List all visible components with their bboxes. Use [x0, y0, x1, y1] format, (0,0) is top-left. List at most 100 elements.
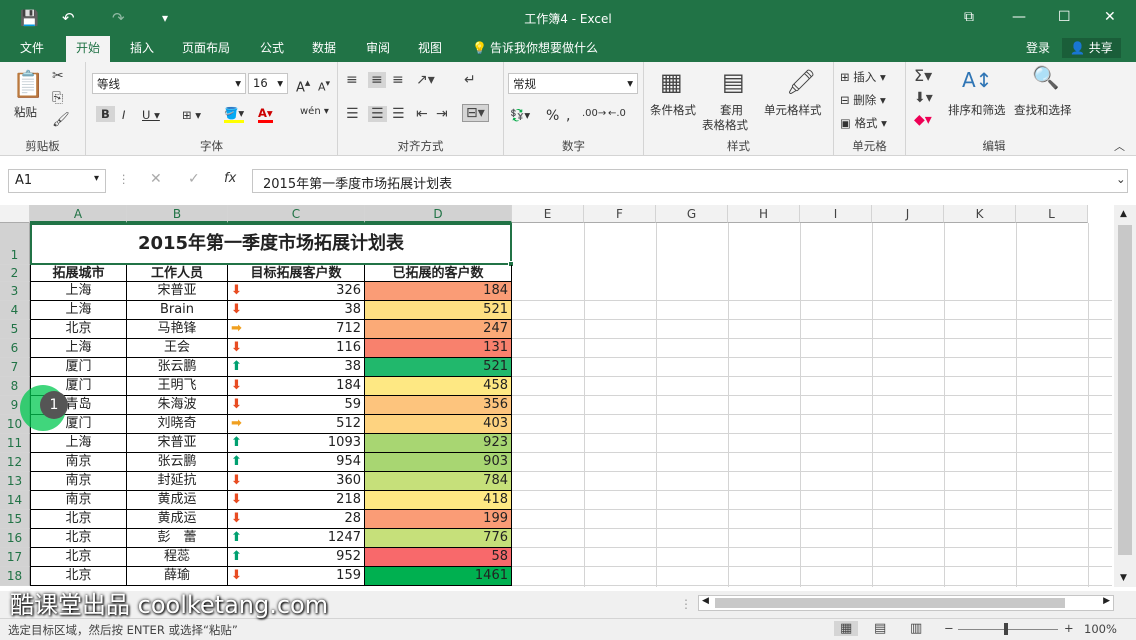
- data-cell[interactable]: 张云鹏: [127, 453, 228, 472]
- data-cell[interactable]: 张云鹏: [127, 358, 228, 377]
- grow-font-icon[interactable]: A▴: [296, 76, 310, 95]
- tab-view[interactable]: 视图: [418, 40, 442, 56]
- increase-indent-icon[interactable]: ⇥: [436, 106, 448, 122]
- cell-style-button[interactable]: 单元格样式: [764, 102, 822, 118]
- zoom-slider[interactable]: [958, 629, 1058, 630]
- shrink-font-icon[interactable]: A▾: [318, 78, 330, 94]
- data-cell[interactable]: Brain: [127, 301, 228, 320]
- column-header[interactable]: I: [800, 205, 872, 223]
- spreadsheet-grid[interactable]: A B C D E F G H I J K L 1 2 3 4 5 6 7 8 9 10 11 1…: [0, 205, 1136, 587]
- ribbon-display-options-icon[interactable]: ⧉: [964, 8, 974, 26]
- zoom-slider-thumb[interactable]: [1004, 623, 1008, 635]
- data-cell[interactable]: 上海: [30, 282, 127, 301]
- row-header[interactable]: 3: [0, 282, 30, 301]
- data-cell[interactable]: 131: [365, 339, 512, 358]
- insert-cells-button[interactable]: ⊞ 插入 ▾: [840, 69, 886, 85]
- data-cell[interactable]: 刘晓奇: [127, 415, 228, 434]
- column-header[interactable]: K: [944, 205, 1016, 223]
- data-cell[interactable]: 上海: [30, 301, 127, 320]
- data-cell[interactable]: 黄成运: [127, 491, 228, 510]
- data-cell[interactable]: 952 ⬆: [228, 548, 365, 567]
- enter-icon[interactable]: ✓: [188, 171, 200, 187]
- increase-decimal-icon[interactable]: .00→: [582, 108, 606, 119]
- share-button[interactable]: 👤 共享: [1062, 38, 1121, 58]
- data-cell[interactable]: 28 ⬇: [228, 510, 365, 529]
- row-header[interactable]: 15: [0, 510, 30, 529]
- data-cell[interactable]: 199: [365, 510, 512, 529]
- data-cell[interactable]: 北京: [30, 548, 127, 567]
- row-header[interactable]: 14: [0, 491, 30, 510]
- format-painter-icon[interactable]: 🖌: [52, 112, 70, 128]
- data-cell[interactable]: 923: [365, 434, 512, 453]
- data-cell[interactable]: 903: [365, 453, 512, 472]
- data-cell[interactable]: 宋普亚: [127, 434, 228, 453]
- wrap-text-icon[interactable]: ↵: [464, 72, 476, 88]
- page-break-view-icon[interactable]: ▥: [910, 621, 922, 636]
- data-cell[interactable]: 776: [365, 529, 512, 548]
- column-header[interactable]: L: [1016, 205, 1088, 223]
- column-header[interactable]: G: [656, 205, 728, 223]
- data-cell[interactable]: 上海: [30, 434, 127, 453]
- row-header[interactable]: 6: [0, 339, 30, 358]
- data-cell[interactable]: 北京: [30, 529, 127, 548]
- data-cell[interactable]: 59 ⬇: [228, 396, 365, 415]
- horizontal-scrollbar[interactable]: ◀ ▶: [698, 595, 1114, 611]
- decrease-indent-icon[interactable]: ⇤: [416, 106, 428, 122]
- find-select-button[interactable]: 查找和选择: [1014, 102, 1072, 118]
- expand-formula-icon[interactable]: ⌄: [1116, 172, 1126, 186]
- column-header[interactable]: E: [512, 205, 584, 223]
- conditional-format-icon[interactable]: ▦: [660, 68, 683, 96]
- data-cell[interactable]: 北京: [30, 567, 127, 586]
- underline-button[interactable]: U ▾: [142, 108, 160, 122]
- data-cell[interactable]: 北京: [30, 510, 127, 529]
- data-cell[interactable]: 184: [365, 282, 512, 301]
- copy-icon[interactable]: ⎘: [52, 90, 63, 106]
- tab-page-layout[interactable]: 页面布局: [182, 40, 230, 56]
- data-cell[interactable]: 北京: [30, 320, 127, 339]
- tab-review[interactable]: 审阅: [366, 40, 390, 56]
- row-header[interactable]: 4: [0, 301, 30, 320]
- data-cell[interactable]: 封延抗: [127, 472, 228, 491]
- data-cell[interactable]: 326 ⬇: [228, 282, 365, 301]
- cell-style-icon[interactable]: 🖍: [786, 68, 816, 96]
- format-table-button[interactable]: 表格格式: [702, 117, 748, 133]
- paste-button[interactable]: 粘贴: [14, 104, 37, 120]
- tab-home[interactable]: 开始: [66, 36, 111, 62]
- column-header[interactable]: H: [728, 205, 800, 223]
- fill-icon[interactable]: ⬇▾: [914, 90, 933, 106]
- align-left-icon[interactable]: ☰: [346, 106, 359, 122]
- merge-center-icon[interactable]: ⊟▾: [462, 104, 489, 122]
- cancel-icon[interactable]: ✕: [150, 171, 162, 187]
- name-box[interactable]: A1 ▾: [8, 169, 106, 193]
- data-cell[interactable]: 58: [365, 548, 512, 567]
- normal-view-icon[interactable]: ▦: [834, 621, 859, 636]
- align-top-icon[interactable]: ≡: [346, 72, 358, 88]
- orientation-icon[interactable]: ↗▾: [416, 72, 435, 88]
- data-cell[interactable]: 184 ⬇: [228, 377, 365, 396]
- maximize-icon[interactable]: ☐: [1058, 8, 1071, 26]
- data-cell[interactable]: 1461: [365, 567, 512, 586]
- align-center-icon[interactable]: ☰: [368, 106, 387, 122]
- data-cell[interactable]: 38 ⬇: [228, 301, 365, 320]
- row-header[interactable]: 17: [0, 548, 30, 567]
- align-middle-icon[interactable]: ≡: [368, 72, 386, 88]
- data-cell[interactable]: 403: [365, 415, 512, 434]
- conditional-format-button[interactable]: 条件格式: [650, 102, 696, 118]
- row-header[interactable]: 16: [0, 529, 30, 548]
- column-header[interactable]: F: [584, 205, 656, 223]
- row-header[interactable]: 1: [0, 223, 30, 265]
- tab-data[interactable]: 数据: [312, 40, 336, 56]
- data-cell[interactable]: 彭 蕾: [127, 529, 228, 548]
- tab-file[interactable]: 文件: [20, 40, 44, 56]
- header-cell[interactable]: 工作人员: [127, 265, 228, 282]
- comma-icon[interactable]: ,: [566, 108, 570, 124]
- currency-icon[interactable]: 💱▾: [510, 108, 530, 122]
- row-header[interactable]: 13: [0, 472, 30, 491]
- data-cell[interactable]: 247: [365, 320, 512, 339]
- data-cell[interactable]: 784: [365, 472, 512, 491]
- paste-icon[interactable]: 📋: [12, 70, 44, 100]
- format-table-line1[interactable]: 套用: [720, 102, 743, 118]
- page-layout-view-icon[interactable]: ▤: [874, 621, 886, 636]
- column-header[interactable]: C: [228, 205, 365, 223]
- number-format-select[interactable]: 常规 ▾: [508, 73, 638, 94]
